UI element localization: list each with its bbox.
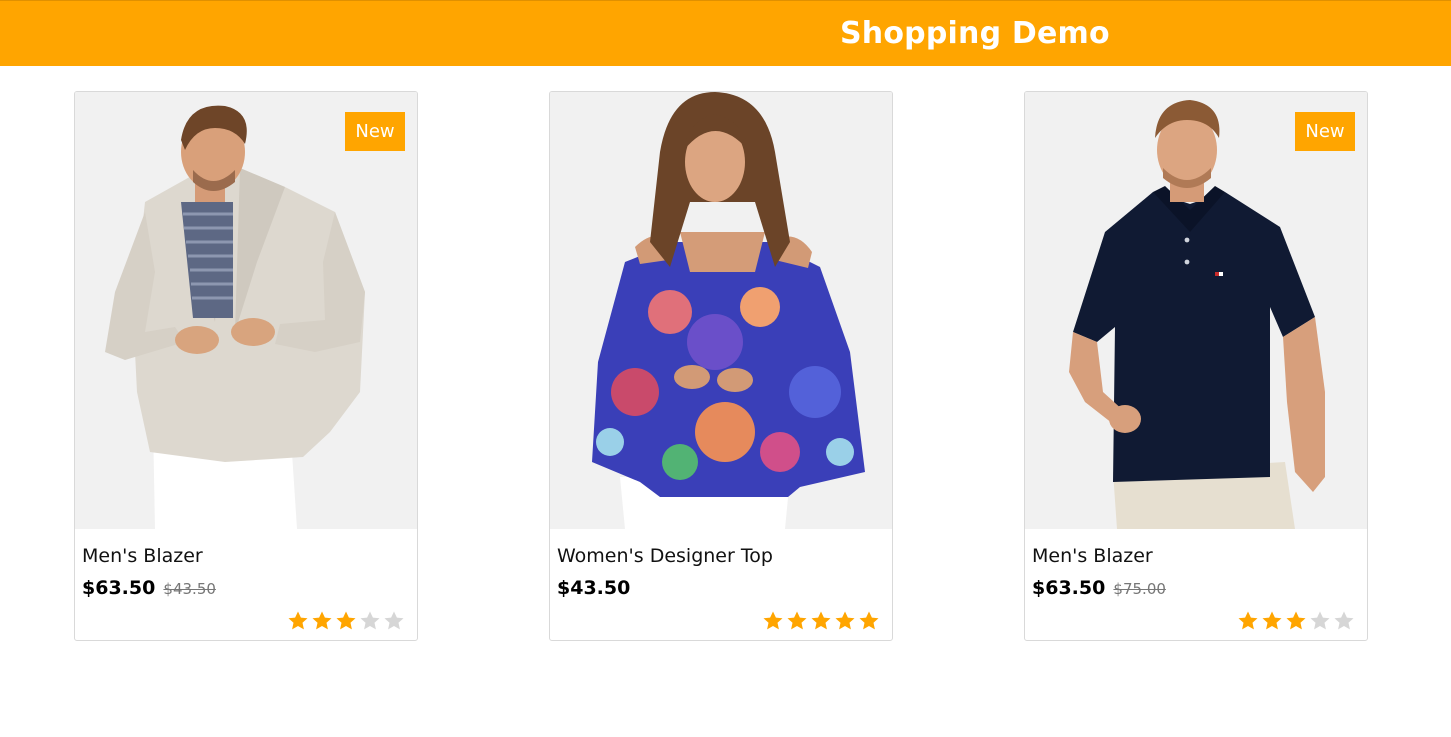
price-row: $63.50 $75.00 bbox=[1032, 577, 1166, 599]
star-filled-icon bbox=[312, 611, 332, 630]
star-filled-icon bbox=[859, 611, 879, 630]
star-rating bbox=[287, 610, 405, 634]
product-card[interactable]: Women's Designer Top $43.50 bbox=[549, 91, 893, 641]
star-filled-icon bbox=[1286, 611, 1306, 630]
price-row: $43.50 bbox=[557, 577, 630, 599]
app-title: Shopping Demo bbox=[840, 16, 1110, 51]
star-rating bbox=[1237, 610, 1355, 634]
star-filled-icon bbox=[835, 611, 855, 630]
product-old-price: $75.00 bbox=[1113, 580, 1166, 598]
new-badge: New bbox=[1295, 112, 1355, 151]
product-image[interactable]: New bbox=[1025, 92, 1367, 529]
product-image[interactable]: New bbox=[75, 92, 417, 529]
product-name[interactable]: Men's Blazer bbox=[82, 544, 203, 568]
star-empty-icon bbox=[360, 611, 380, 630]
star-filled-icon bbox=[811, 611, 831, 630]
product-price: $43.50 bbox=[557, 577, 631, 599]
star-filled-icon bbox=[288, 611, 308, 630]
product-price: $63.50 bbox=[82, 577, 156, 599]
product-card[interactable]: New Men's Blazer $63.50 $75.00 bbox=[1024, 91, 1368, 641]
star-filled-icon bbox=[1262, 611, 1282, 630]
star-empty-icon bbox=[1334, 611, 1354, 630]
star-filled-icon bbox=[763, 611, 783, 630]
product-card[interactable]: New Men's Blazer $63.50 $43.50 bbox=[74, 91, 418, 641]
star-filled-icon bbox=[1238, 611, 1258, 630]
star-rating bbox=[762, 610, 880, 634]
product-name[interactable]: Men's Blazer bbox=[1032, 544, 1153, 568]
product-price: $63.50 bbox=[1032, 577, 1106, 599]
product-old-price: $43.50 bbox=[163, 580, 216, 598]
new-badge: New bbox=[345, 112, 405, 151]
star-filled-icon bbox=[787, 611, 807, 630]
star-empty-icon bbox=[1310, 611, 1330, 630]
star-filled-icon bbox=[336, 611, 356, 630]
product-name[interactable]: Women's Designer Top bbox=[557, 544, 773, 568]
star-empty-icon bbox=[384, 611, 404, 630]
product-image[interactable] bbox=[550, 92, 892, 529]
app-header: Shopping Demo bbox=[0, 0, 1451, 66]
price-row: $63.50 $43.50 bbox=[82, 577, 216, 599]
